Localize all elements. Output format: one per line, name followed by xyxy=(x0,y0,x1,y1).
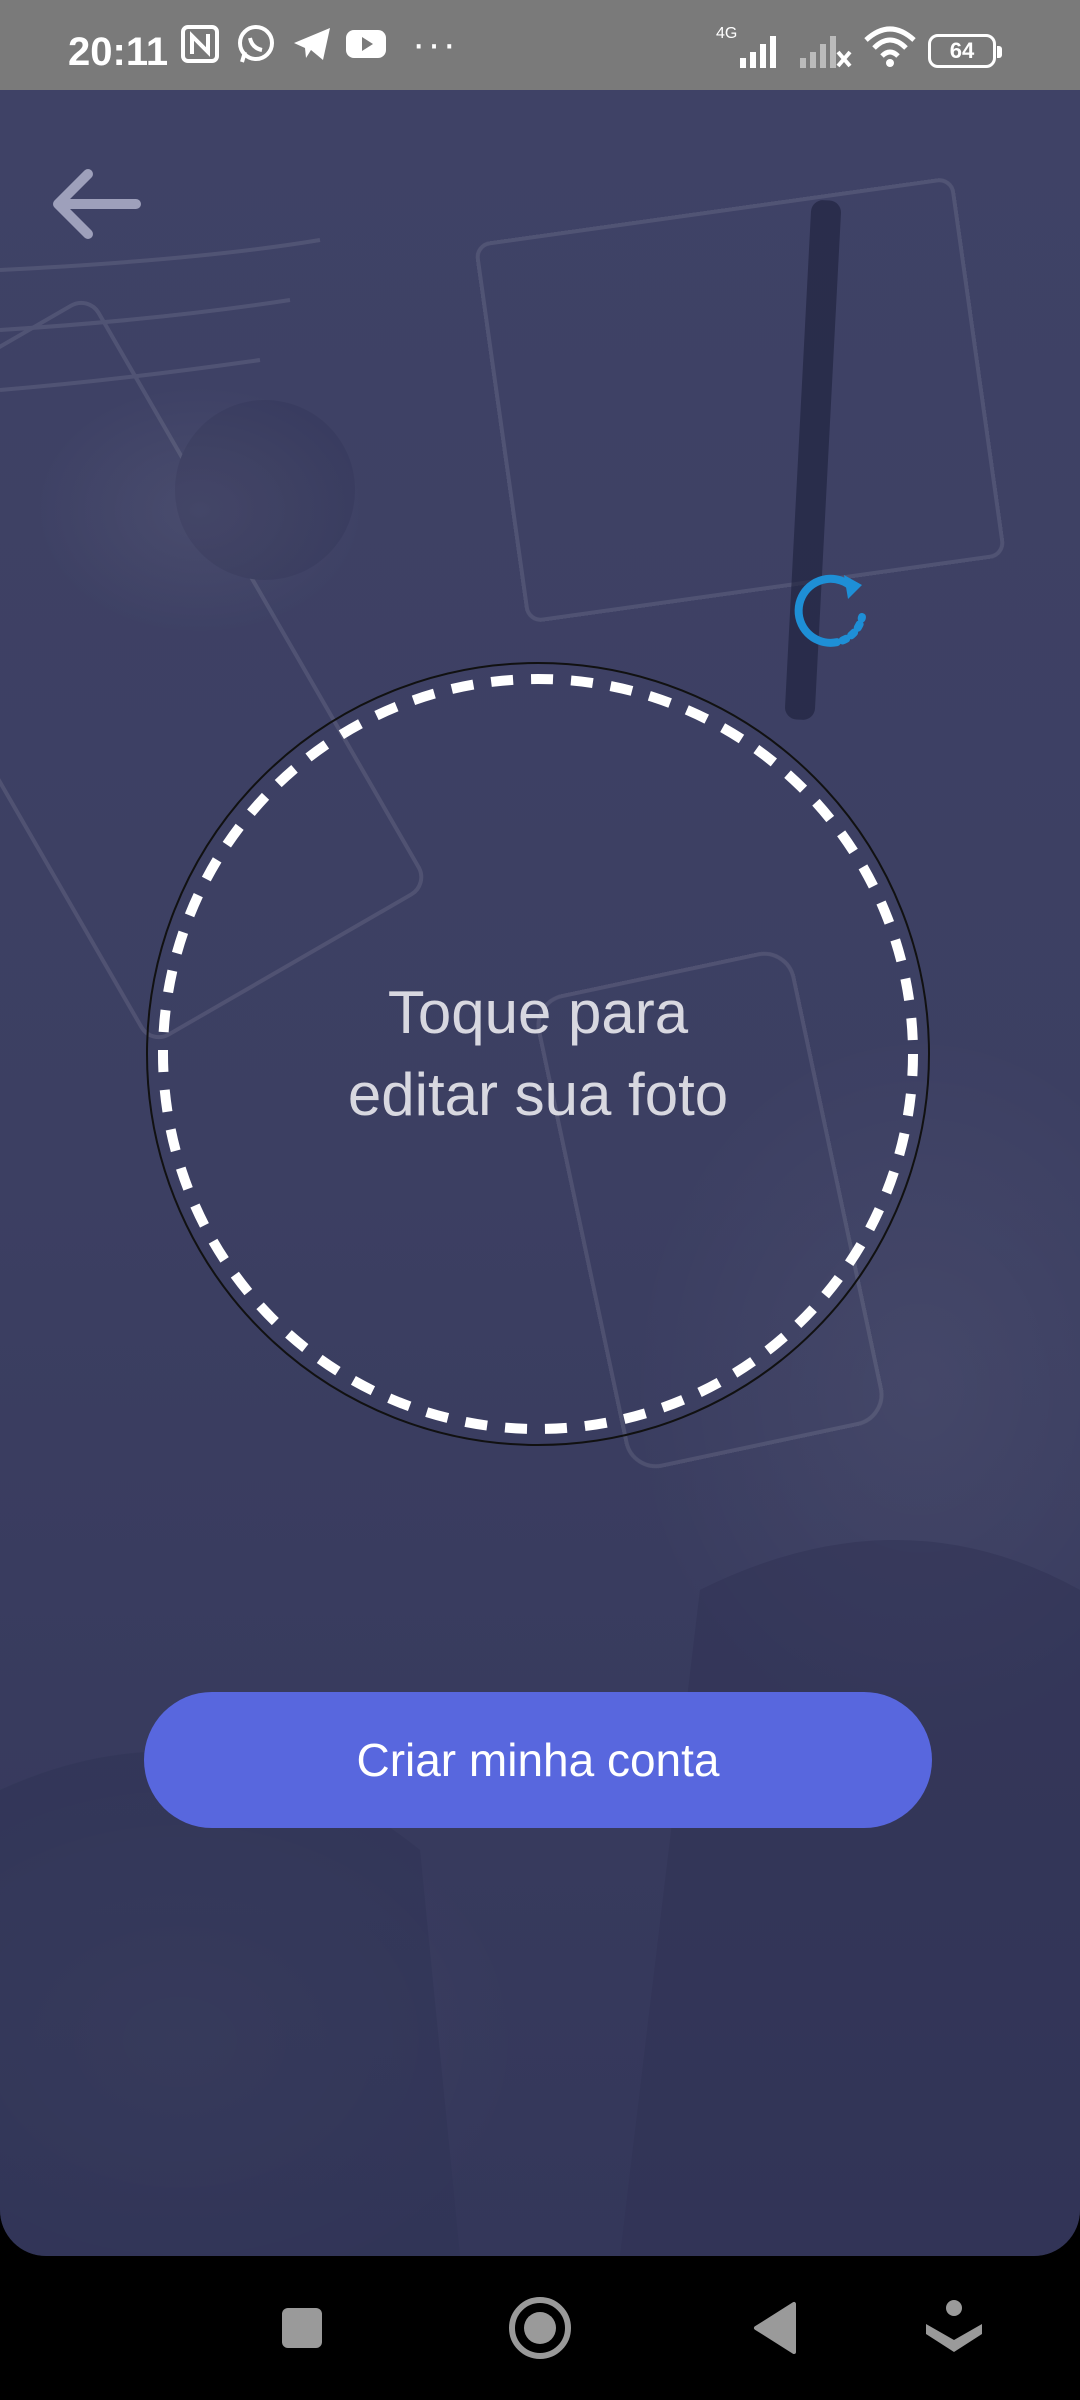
refresh-button[interactable] xyxy=(790,565,880,655)
navigation-bar xyxy=(0,2256,1080,2400)
signal-no-service-icon xyxy=(796,22,856,68)
status-bar: 20:11 ··· 4G 64 xyxy=(0,0,1080,90)
assistant-icon xyxy=(926,2300,982,2352)
network-type-label: 4G xyxy=(716,25,737,42)
telegram-icon xyxy=(290,22,334,66)
arrow-left-icon xyxy=(53,169,141,239)
back-triangle-icon xyxy=(754,2302,796,2354)
back-button[interactable] xyxy=(44,160,144,250)
nfc-icon xyxy=(178,22,222,66)
status-time: 20:11 xyxy=(68,30,169,74)
refresh-icon xyxy=(794,574,866,647)
assistant-button[interactable] xyxy=(912,2286,996,2370)
home-circle-icon xyxy=(509,2297,571,2359)
create-account-button[interactable]: Criar minha conta xyxy=(144,1692,932,1828)
wifi-icon xyxy=(862,22,918,67)
signal-strength-icon: 4G xyxy=(716,22,786,68)
photo-setup-screen: Toque para editar sua foto Criar minha c… xyxy=(0,90,1080,2256)
recents-button[interactable] xyxy=(260,2286,344,2370)
home-button[interactable] xyxy=(498,2286,582,2370)
battery-indicator: 64 xyxy=(928,34,1002,68)
back-nav-button[interactable] xyxy=(736,2286,820,2370)
recents-square-icon xyxy=(282,2308,322,2348)
edit-photo-prompt: Toque para editar sua foto xyxy=(347,979,729,1128)
more-dots-icon: ··· xyxy=(412,22,458,66)
edit-photo-area[interactable]: Toque para editar sua foto xyxy=(146,662,930,1446)
youtube-icon xyxy=(344,22,388,66)
whatsapp-icon xyxy=(234,22,278,66)
